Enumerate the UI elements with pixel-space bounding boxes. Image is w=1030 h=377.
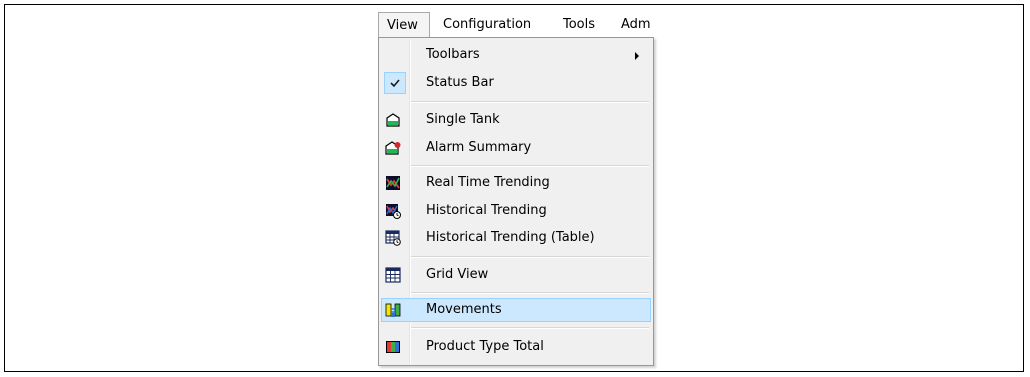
menu-separator [411, 327, 649, 329]
menu-item-label: Status Bar [426, 75, 494, 90]
menu-item-label: Toolbars [426, 47, 480, 62]
menu-item-label: Alarm Summary [426, 140, 532, 155]
menu-bar: View Configuration Tools Adm [377, 12, 653, 38]
product-type-total-icon [386, 341, 400, 353]
menu-tools[interactable]: Tools [563, 12, 595, 38]
menu-tools-label: Tools [563, 17, 596, 32]
single-tank-icon [386, 113, 400, 127]
view-dropdown-menu: Toolbars Status Bar Single Tank Alarm Su… [378, 37, 654, 366]
menu-item-label: Movements [426, 302, 502, 317]
menu-item-label: Real Time Trending [426, 175, 550, 190]
menu-separator [411, 256, 649, 258]
menu-item-grid-view[interactable]: Grid View [381, 263, 651, 287]
menu-item-label: Historical Trending (Table) [426, 230, 595, 245]
menu-separator [411, 165, 649, 167]
menu-separator [411, 101, 649, 103]
menu-admin[interactable]: Adm [621, 12, 651, 38]
menu-configuration-label: Configuration [443, 17, 532, 32]
menu-admin-label: Adm [621, 17, 651, 32]
menu-item-label: Single Tank [426, 112, 500, 127]
check-frame [384, 72, 406, 94]
menu-item-single-tank[interactable]: Single Tank [381, 108, 651, 132]
menu-item-historical-trending[interactable]: Historical Trending [381, 199, 651, 223]
menu-item-status-bar[interactable]: Status Bar [381, 71, 651, 95]
menu-item-alarm-summary[interactable]: Alarm Summary [381, 136, 651, 160]
checkmark-icon [390, 79, 400, 88]
menu-item-real-time-trending[interactable]: Real Time Trending [381, 171, 651, 195]
menu-item-toolbars[interactable]: Toolbars [381, 43, 651, 67]
menu-item-product-type-total[interactable]: Product Type Total [381, 335, 651, 359]
movements-icon [385, 303, 401, 317]
grid-view-icon [385, 267, 401, 283]
menu-view[interactable]: View [378, 12, 430, 38]
submenu-arrow-icon [635, 52, 639, 60]
menu-separator [411, 292, 649, 294]
menu-item-label: Historical Trending [426, 203, 547, 218]
alarm-summary-icon [385, 141, 401, 155]
historical-trending-icon [386, 204, 401, 219]
menu-item-label: Product Type Total [426, 339, 544, 354]
menu-item-label: Grid View [426, 267, 489, 282]
menu-item-movements[interactable]: Movements [381, 298, 651, 322]
real-time-trending-icon [386, 176, 400, 190]
historical-trending-table-icon [385, 230, 401, 246]
menu-item-historical-trending-table[interactable]: Historical Trending (Table) [381, 226, 651, 250]
menu-view-label: View [387, 18, 418, 33]
menu-configuration[interactable]: Configuration [443, 12, 531, 38]
